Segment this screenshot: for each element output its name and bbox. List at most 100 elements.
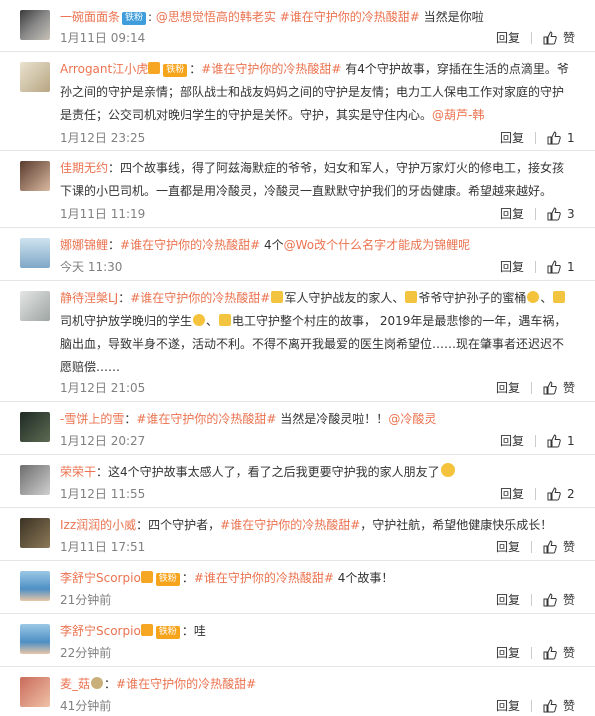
avatar[interactable] <box>20 677 50 707</box>
comment-item: 麦_菇 ：#谁在守护你的冷热酸甜# 41分钟前 回复 赞 <box>0 667 595 716</box>
reply-button[interactable]: 回复 <box>496 538 520 556</box>
avatar[interactable] <box>20 518 50 548</box>
like-button[interactable]: 赞 <box>543 379 575 397</box>
avatar[interactable] <box>20 291 50 321</box>
like-button[interactable]: 2 <box>547 485 575 503</box>
reply-button[interactable]: 回复 <box>496 29 520 47</box>
mention-link[interactable]: @Wo改个什么名字才能成为锦鲤呢 <box>284 238 471 252</box>
comment-item: 李舒宁Scorpio 铁粉 ：#谁在守护你的冷热酸甜# 4个故事！ 21分钟前 回复… <box>0 561 595 614</box>
fan-level-icon <box>140 624 153 636</box>
avatar[interactable] <box>20 62 50 92</box>
topic-link[interactable]: #谁在守护你的冷热酸甜# <box>120 238 260 252</box>
username[interactable]: 静待涅槃LJ <box>60 291 118 305</box>
like-button[interactable]: 赞 <box>543 591 575 609</box>
emoji-icon <box>553 291 566 303</box>
divider <box>535 435 536 447</box>
username[interactable]: 荣荣干 <box>60 465 96 479</box>
comment-text: 当然是冷酸灵啦！！ <box>276 412 389 426</box>
avatar[interactable] <box>20 238 50 268</box>
reply-button[interactable]: 回复 <box>500 432 524 450</box>
comment-text: 、 <box>540 291 553 305</box>
mention-link[interactable]: @葫芦-韩 <box>432 108 484 122</box>
comment-item: 荣荣干：这4个守护故事太感人了，看了之后我更要守护我的家人朋友了 1月12日 1… <box>0 455 595 508</box>
divider <box>535 208 536 220</box>
mention-link[interactable]: @思想觉悟高的韩老实 <box>156 10 276 24</box>
like-button[interactable]: 3 <box>547 205 575 223</box>
fan-badge: 铁粉 <box>122 12 147 25</box>
topic-link[interactable]: #谁在守护你的冷热酸甜# <box>116 677 256 691</box>
comment-text: ： <box>108 238 121 252</box>
comment-text: ：四个故事线，得了阿兹海默症的爷爷，妇女和军人，守护万家灯火的修电工，接女孩下课… <box>60 161 565 198</box>
like-count: 赞 <box>562 540 575 554</box>
topic-link[interactable]: #谁在守护你的冷热酸甜# <box>136 412 276 426</box>
like-count: 赞 <box>562 646 575 660</box>
comment-item: 一碗面面条 铁粉: @思想觉悟高的韩老实 #谁在守护你的冷热酸甜# 当然是你啦 1… <box>0 0 595 52</box>
topic-link[interactable]: #谁在守护你的冷热酸甜# <box>194 571 334 585</box>
username[interactable]: 麦_菇 <box>60 677 90 691</box>
reply-button[interactable]: 回复 <box>496 697 520 715</box>
reply-button[interactable]: 回复 <box>500 129 524 147</box>
like-button[interactable]: 赞 <box>543 697 575 715</box>
like-button[interactable]: 1 <box>547 258 575 276</box>
like-button[interactable]: 1 <box>547 432 575 450</box>
divider <box>535 132 536 144</box>
avatar[interactable] <box>20 412 50 442</box>
comment-text: ： <box>124 412 137 426</box>
divider <box>530 700 532 712</box>
username[interactable]: 一碗面面条 <box>60 10 120 24</box>
comment-item: 李舒宁Scorpio 铁粉 ：哇 22分钟前 回复 赞 <box>0 614 595 667</box>
emoji-icon <box>193 314 206 326</box>
timestamp: 22分钟前 <box>60 646 112 660</box>
divider <box>530 594 532 606</box>
crying-emoji-icon <box>440 463 455 477</box>
fan-level-icon <box>140 571 153 583</box>
like-button[interactable]: 赞 <box>543 29 575 47</box>
username[interactable]: 李舒宁Scorpio <box>60 571 141 585</box>
avatar[interactable] <box>20 465 50 495</box>
thumbs-up-icon <box>543 31 557 45</box>
like-button[interactable]: 1 <box>547 129 575 147</box>
divider <box>535 261 536 273</box>
like-button[interactable]: 赞 <box>543 538 575 556</box>
reply-button[interactable]: 回复 <box>496 379 520 397</box>
username[interactable]: 佳期无约 <box>60 161 108 175</box>
username[interactable]: Arrogant江小虎 <box>60 62 148 76</box>
reply-button[interactable]: 回复 <box>500 205 524 223</box>
topic-link[interactable]: #谁在守护你的冷热酸甜# <box>130 291 270 305</box>
reply-button[interactable]: 回复 <box>496 644 520 662</box>
divider <box>530 382 532 394</box>
timestamp: 1月11日 17:51 <box>60 540 146 554</box>
like-button[interactable]: 赞 <box>543 644 575 662</box>
comment-item: 佳期无约：四个故事线，得了阿兹海默症的爷爷，妇女和军人，守护万家灯火的修电工，接… <box>0 151 595 228</box>
topic-link[interactable]: #谁在守护你的冷热酸甜# <box>201 62 341 76</box>
topic-link[interactable]: #谁在守护你的冷热酸甜# <box>220 518 360 532</box>
emoji-icon <box>91 677 104 689</box>
avatar[interactable] <box>20 161 50 191</box>
thumbs-up-icon <box>547 207 561 221</box>
fan-badge: 铁粉 <box>155 626 180 639</box>
timestamp: 41分钟前 <box>60 699 112 713</box>
username[interactable]: 娜娜锦鲤 <box>60 238 108 252</box>
avatar[interactable] <box>20 624 50 654</box>
comment-item: Izz润润的小威：四个守护者，#谁在守护你的冷热酸甜#，守护社航，希望他健康快乐… <box>0 508 595 561</box>
username[interactable]: Izz润润的小威 <box>60 518 136 532</box>
like-count: 赞 <box>562 699 575 713</box>
timestamp: 1月11日 09:14 <box>60 31 146 45</box>
reply-button[interactable]: 回复 <box>500 258 524 276</box>
fan-badge: 铁粉 <box>163 64 188 77</box>
timestamp: 1月11日 11:19 <box>60 207 146 221</box>
mention-link[interactable]: @冷酸灵 <box>388 412 436 426</box>
reply-button[interactable]: 回复 <box>500 485 524 503</box>
username[interactable]: -雪饼上的雪 <box>60 412 124 426</box>
thumbs-up-icon <box>543 540 557 554</box>
username[interactable]: 李舒宁Scorpio <box>60 624 141 638</box>
timestamp: 21分钟前 <box>60 593 112 607</box>
thumbs-up-icon <box>547 434 561 448</box>
divider <box>535 488 536 500</box>
topic-link[interactable]: #谁在守护你的冷热酸甜# <box>280 10 420 24</box>
timestamp: 1月12日 21:05 <box>60 381 146 395</box>
reply-button[interactable]: 回复 <box>496 591 520 609</box>
emoji-icon <box>405 291 418 303</box>
avatar[interactable] <box>20 10 50 40</box>
avatar[interactable] <box>20 571 50 601</box>
